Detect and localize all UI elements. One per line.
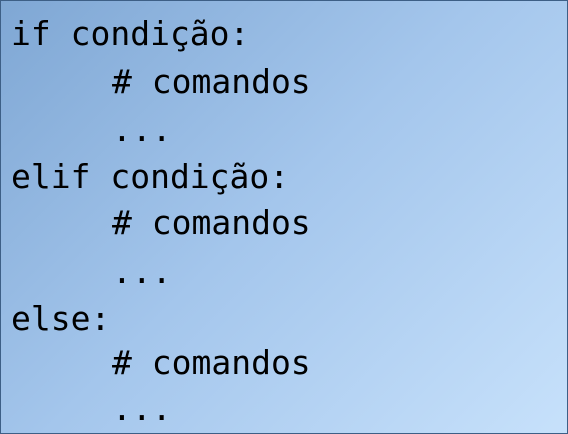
code-line-if: if condição: (11, 14, 250, 53)
code-line-comment-2: # comandos (112, 203, 311, 242)
code-line-ellipsis-2: ... (112, 252, 172, 291)
code-line-ellipsis-3: ... (112, 389, 172, 428)
code-line-elif: elif condição: (11, 157, 290, 196)
code-line-else: else: (11, 299, 111, 338)
code-snippet-panel: if condição: # comandos ... elif condiçã… (0, 0, 568, 434)
code-line-comment-3: # comandos (112, 343, 311, 382)
code-line-ellipsis-1: ... (112, 110, 172, 149)
code-line-comment-1: # comandos (112, 62, 311, 101)
